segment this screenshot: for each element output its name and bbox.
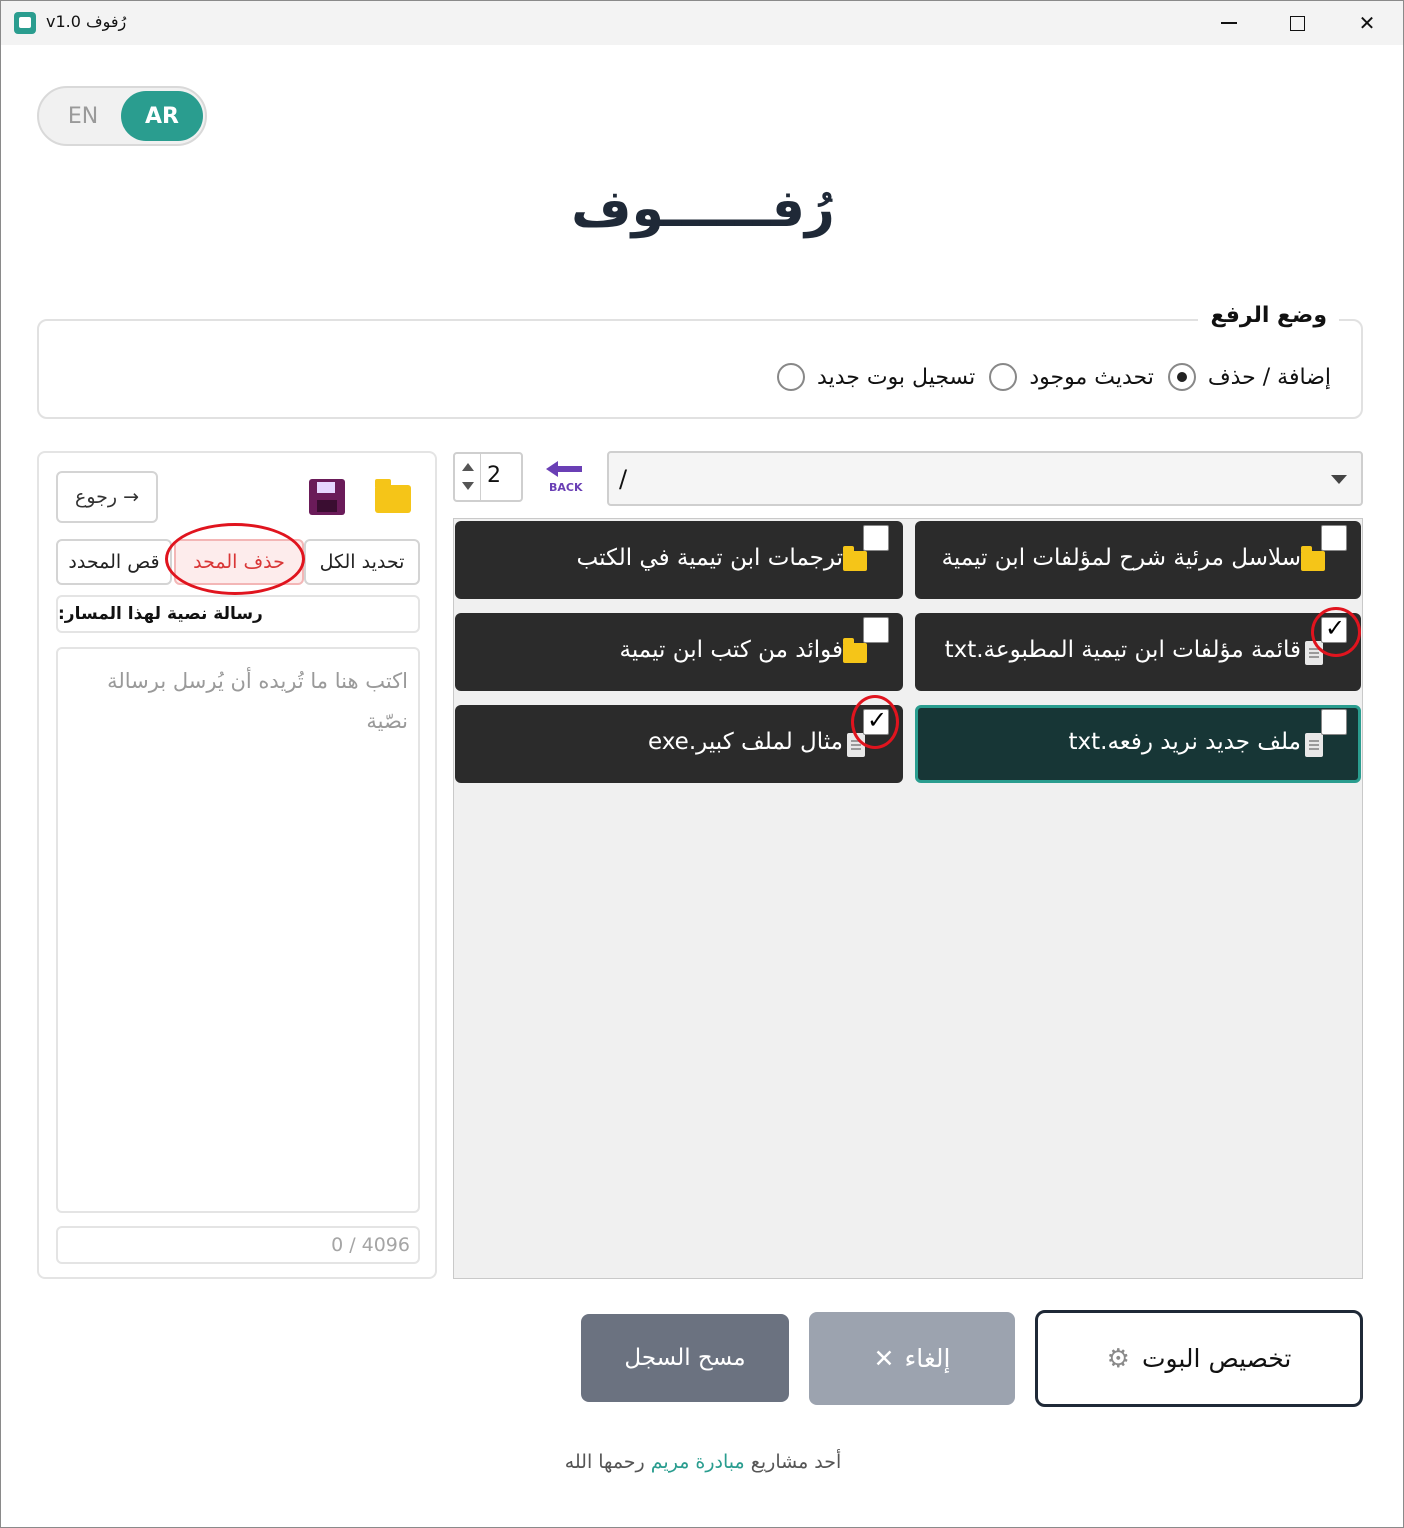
message-label: رسالة نصية لهذا المسار:: [56, 595, 420, 633]
selection-actions: قص المحدد حذف المحد تحديد الكل: [56, 539, 420, 585]
maximize-button[interactable]: [1274, 7, 1320, 39]
spin-up-icon[interactable]: [462, 463, 474, 471]
columns-spinbox[interactable]: 2: [453, 452, 523, 502]
page-title: رُفــــــوف: [571, 179, 835, 239]
radio-label: إضافة / حذف: [1207, 364, 1331, 390]
character-counter: 0 / 4096: [56, 1226, 420, 1264]
app-window: v1.0 رُفوف ✕ EN AR رُفــــــوف وضع الرفع…: [0, 0, 1404, 1528]
window-title: v1.0 رُفوف: [46, 12, 127, 31]
radio-update-existing[interactable]: تحديث موجود: [989, 363, 1154, 391]
title-bar: v1.0 رُفوف ✕: [1, 1, 1403, 45]
cancel-button[interactable]: إلغاء ✕: [809, 1312, 1015, 1405]
close-icon: ✕: [1358, 11, 1376, 35]
radio-button[interactable]: [989, 363, 1018, 391]
cancel-label: إلغاء: [904, 1344, 951, 1373]
minimize-button[interactable]: [1206, 7, 1252, 39]
item-card[interactable]: ملف جديد نريد رفعه.txt: [915, 705, 1361, 783]
item-checkbox[interactable]: [863, 525, 889, 551]
spin-down-icon[interactable]: [462, 482, 474, 490]
select-all-button[interactable]: تحديد الكل: [304, 539, 420, 585]
file-icon: [847, 733, 865, 757]
item-card[interactable]: فوائد من كتب ابن تيمية: [455, 613, 903, 691]
path-value: /: [619, 465, 628, 493]
back-arrow-icon: [546, 461, 582, 477]
back-nav-button[interactable]: BACK: [544, 459, 588, 495]
item-card[interactable]: ترجمات ابن تيمية في الكتب: [455, 521, 903, 599]
file-icon: [1305, 641, 1323, 665]
maximize-icon: [1289, 15, 1305, 31]
file-icon: [1305, 733, 1323, 757]
radio-button[interactable]: [777, 363, 806, 391]
radio-button[interactable]: [1167, 363, 1196, 391]
item-card[interactable]: قائمة مؤلفات ابن تيمية المطبوعة.txt: [915, 613, 1361, 691]
items-grid: سلاسل مرئية شرح لمؤلفات ابن تيمية ترجمات…: [453, 518, 1363, 1279]
cut-selected-button[interactable]: قص المحدد: [56, 539, 172, 585]
radio-register-new-bot[interactable]: تسجيل بوت جديد: [777, 363, 975, 391]
spin-value: 2: [487, 463, 501, 488]
item-checkbox[interactable]: [1321, 525, 1347, 551]
app-logo-icon: [14, 12, 36, 34]
item-checkbox[interactable]: [1321, 614, 1347, 643]
lang-ar-option[interactable]: AR: [121, 91, 203, 141]
side-panel: → رجوع قص المحدد حذف المحد تحديد الكل رس…: [37, 451, 437, 1279]
clear-log-button[interactable]: مسح السجل: [581, 1314, 789, 1402]
item-label: ملف جديد نريد رفعه.txt: [1068, 729, 1301, 755]
delete-selected-button[interactable]: حذف المحد: [174, 539, 304, 585]
item-label: قائمة مؤلفات ابن تيمية المطبوعة.txt: [944, 637, 1301, 663]
footer-credit: أحد مشاريع مبادرة مريم رحمها الله: [1, 1451, 1404, 1473]
item-card[interactable]: مثال لملف كبير.exe: [455, 705, 903, 783]
path-dropdown[interactable]: /: [607, 451, 1363, 506]
gear-icon: ⚙: [1106, 1343, 1130, 1374]
spin-arrows[interactable]: [455, 454, 481, 500]
folder-icon: [843, 638, 867, 663]
upload-mode-legend: وضع الرفع: [1198, 303, 1339, 328]
radio-add-delete[interactable]: إضافة / حذف: [1167, 363, 1331, 391]
chevron-down-icon: [1331, 475, 1347, 484]
customize-bot-button[interactable]: تخصيص البوت ⚙: [1035, 1310, 1363, 1407]
back-button[interactable]: → رجوع: [56, 471, 158, 523]
item-checkbox[interactable]: [863, 617, 889, 643]
item-label: فوائد من كتب ابن تيمية: [619, 637, 844, 663]
close-icon: ✕: [873, 1344, 895, 1373]
close-button[interactable]: ✕: [1344, 7, 1390, 39]
item-label: ترجمات ابن تيمية في الكتب: [576, 545, 843, 571]
footer-suffix: رحمها الله: [564, 1451, 645, 1473]
lang-en-option[interactable]: EN: [47, 94, 119, 138]
folder-icon: [1301, 546, 1325, 571]
item-card[interactable]: سلاسل مرئية شرح لمؤلفات ابن تيمية: [915, 521, 1361, 599]
radio-label: تسجيل بوت جديد: [817, 364, 976, 390]
folder-icon: [843, 546, 867, 571]
radio-label: تحديث موجود: [1029, 364, 1154, 390]
back-icon-text: BACK: [549, 481, 583, 494]
upload-mode-group: وضع الرفع تسجيل بوت جديد تحديث موجود إضا…: [37, 303, 1363, 419]
item-label: سلاسل مرئية شرح لمؤلفات ابن تيمية: [941, 545, 1301, 571]
minimize-icon: [1221, 22, 1237, 24]
folder-icon[interactable]: [375, 479, 411, 513]
item-label: مثال لملف كبير.exe: [648, 729, 843, 755]
customize-label: تخصيص البوت: [1141, 1344, 1292, 1373]
item-checkbox[interactable]: [863, 706, 889, 735]
footer-link[interactable]: مبادرة مريم: [651, 1451, 745, 1473]
language-toggle[interactable]: EN AR: [37, 86, 207, 146]
item-checkbox[interactable]: [1321, 709, 1347, 735]
save-icon[interactable]: [309, 479, 345, 515]
footer-prefix: أحد مشاريع: [750, 1451, 842, 1473]
message-textarea[interactable]: [56, 647, 420, 1213]
